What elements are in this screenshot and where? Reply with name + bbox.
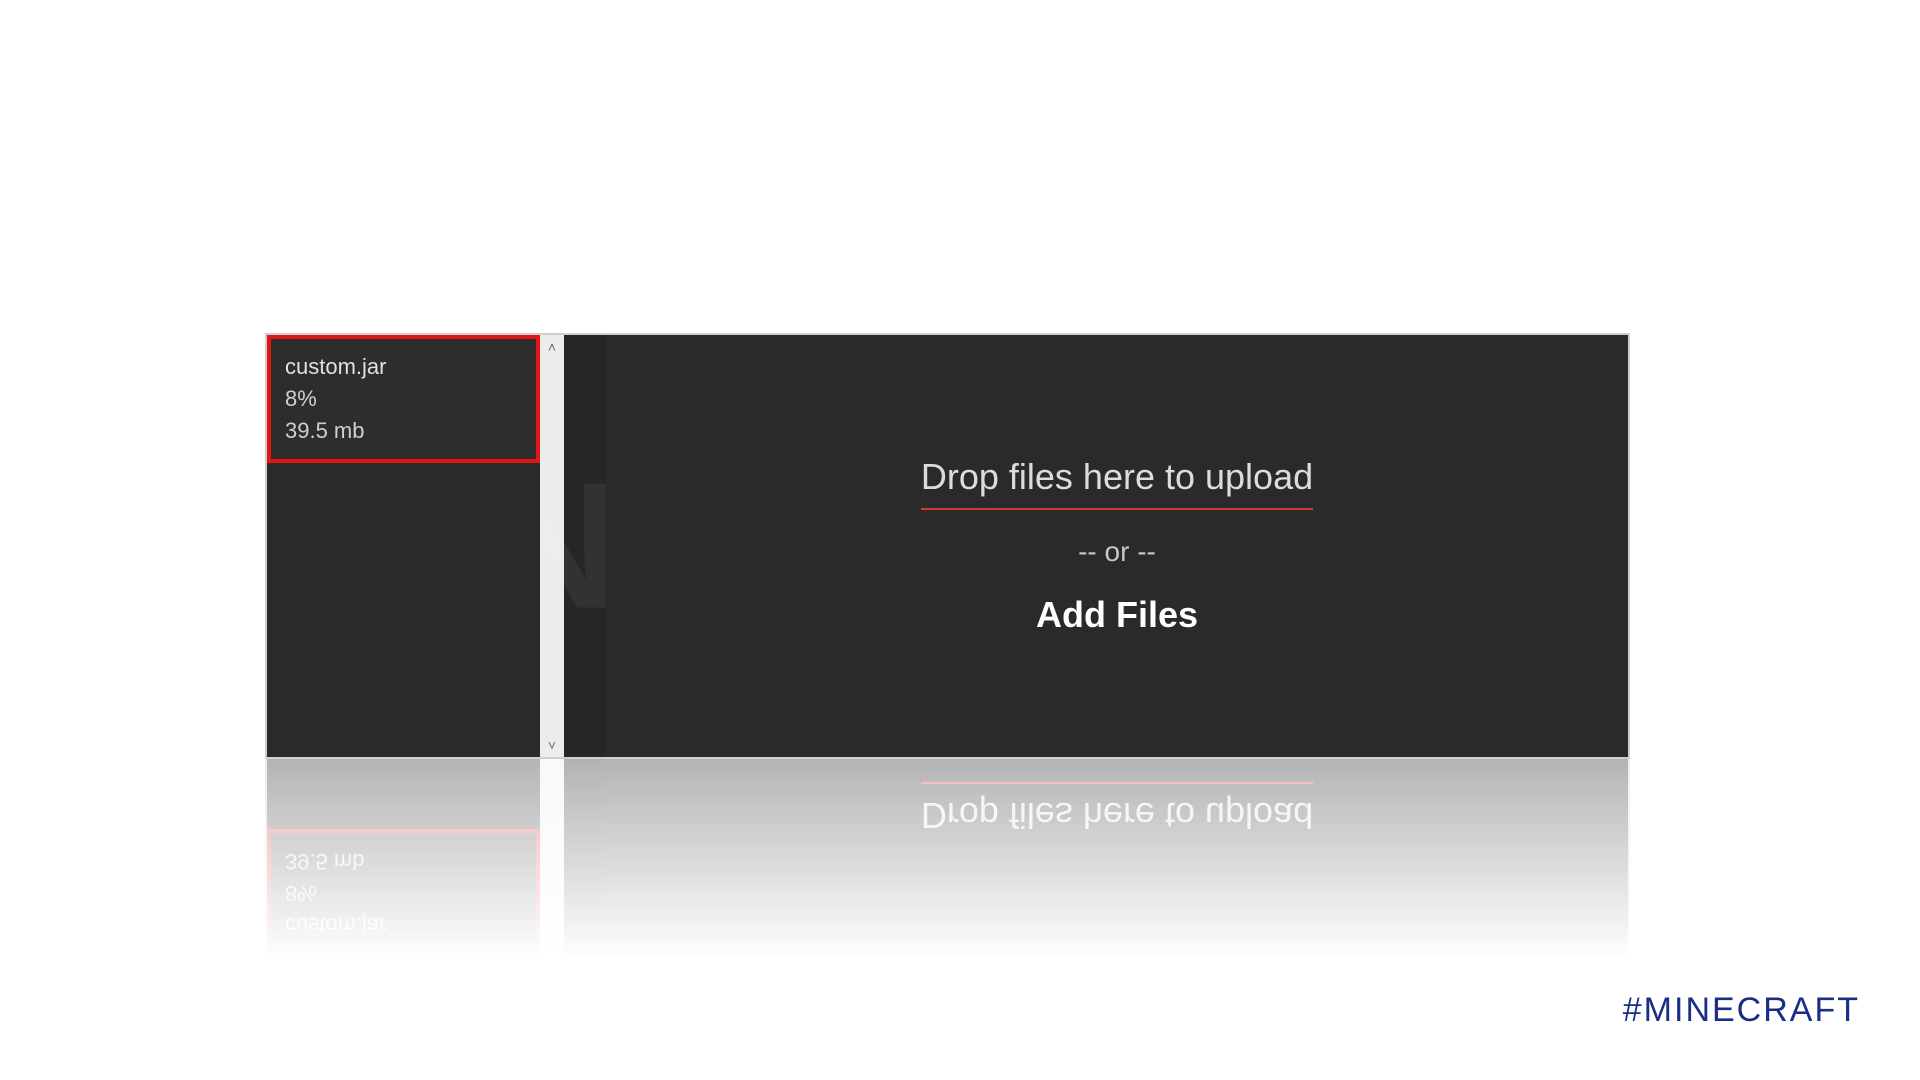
add-files-button[interactable]: Add Files	[1036, 594, 1198, 636]
upload-panel: NeuronVM custom.jar 8% 39.5 mb ˄ ˅ Drop …	[265, 333, 1630, 759]
scroll-down-button[interactable]: ˅	[542, 736, 562, 754]
panel-row: custom.jar 8% 39.5 mb ˄ ˅ Drop files her…	[265, 333, 1630, 759]
file-list-empty-area	[267, 463, 540, 757]
drop-zone-title: Drop files here to upload	[921, 456, 1313, 510]
hashtag-label: #MINECRAFT	[1623, 991, 1860, 1030]
drop-zone-or: -- or --	[1078, 536, 1156, 568]
panel-divider	[564, 335, 606, 757]
scrollbar[interactable]: ˄ ˅	[540, 335, 564, 757]
file-card[interactable]: custom.jar 8% 39.5 mb	[267, 335, 540, 463]
reflection: custom.jar 8% 39.5 mb ˄ ˅ Drop files her…	[265, 759, 1630, 959]
file-list-panel: custom.jar 8% 39.5 mb	[267, 335, 540, 757]
file-size: 39.5 mb	[285, 415, 522, 447]
drop-zone[interactable]: Drop files here to upload -- or -- Add F…	[606, 335, 1628, 757]
file-name: custom.jar	[285, 351, 522, 383]
scroll-up-button[interactable]: ˄	[542, 338, 562, 356]
file-progress: 8%	[285, 383, 522, 415]
